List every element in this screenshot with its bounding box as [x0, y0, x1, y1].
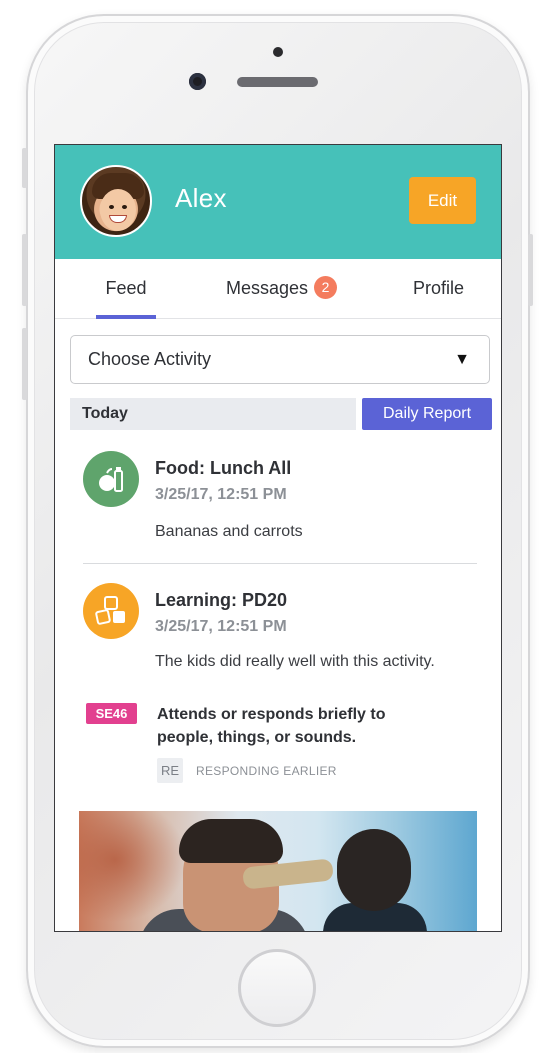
child-avatar[interactable]	[80, 165, 152, 237]
tab-bar: Feed Messages 2 Profile	[55, 259, 501, 319]
activity-select[interactable]: Choose Activity ▼	[70, 335, 490, 384]
activity-select-value: Choose Activity	[88, 349, 212, 369]
volume-up-button	[22, 234, 27, 306]
dropdown-arrow-icon: ▼	[454, 351, 470, 368]
entry-title: Learning: PD20	[155, 590, 288, 610]
tab-feed-label: Feed	[105, 278, 147, 298]
volume-down-button	[22, 328, 27, 400]
activity-photo[interactable]	[79, 811, 477, 931]
front-camera	[189, 73, 206, 90]
entry-timestamp: 3/25/17, 12:51 PM	[155, 486, 287, 503]
measure-description: Attends or responds briefly to people, t…	[157, 706, 386, 746]
entry-divider	[83, 563, 477, 564]
food-apple-icon	[83, 451, 139, 507]
child-name: Alex	[175, 183, 227, 213]
tab-messages[interactable]: Messages 2	[226, 259, 338, 319]
entry-note: Bananas and carrots	[155, 523, 303, 540]
profile-header: Alex Edit	[55, 145, 501, 259]
measure-code-badge: SE46	[86, 703, 137, 724]
entry-note: The kids did really well with this activ…	[155, 653, 435, 670]
power-button	[528, 234, 533, 306]
daily-report-button[interactable]: Daily Report	[362, 398, 492, 430]
active-tab-indicator	[96, 315, 156, 319]
entry-title: Food: Lunch All	[155, 458, 292, 478]
tab-messages-label: Messages	[226, 278, 309, 298]
app-screen: Alex Edit Feed Messages 2 Profile Choose …	[54, 144, 502, 932]
tab-profile[interactable]: Profile	[413, 259, 464, 319]
sensor-dot	[273, 47, 283, 57]
unread-badge: 2	[314, 276, 338, 299]
level-code-badge: RE	[157, 758, 183, 783]
level-label: RESPONDING EARLIER	[196, 764, 337, 778]
day-header: Today	[70, 398, 356, 430]
learning-blocks-icon	[83, 583, 139, 639]
mute-switch	[22, 148, 27, 188]
edit-button[interactable]: Edit	[409, 177, 476, 224]
entry-timestamp: 3/25/17, 12:51 PM	[155, 618, 287, 635]
tab-feed[interactable]: Feed	[96, 259, 156, 319]
home-button[interactable]	[238, 949, 316, 1027]
earpiece-speaker	[237, 77, 318, 87]
tab-profile-label: Profile	[413, 278, 465, 298]
